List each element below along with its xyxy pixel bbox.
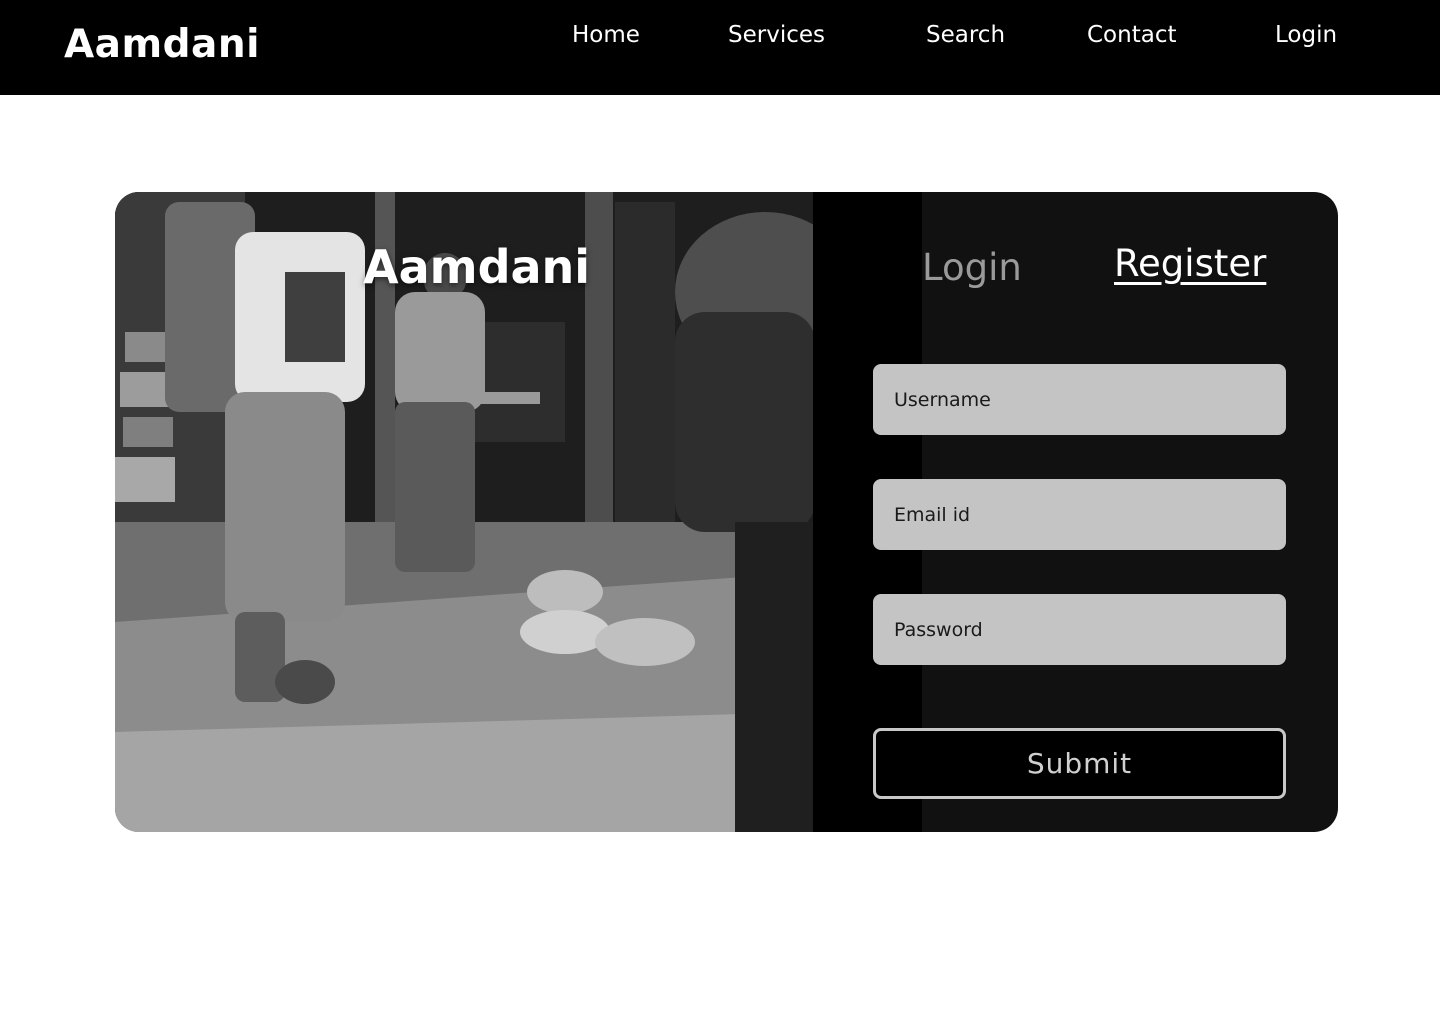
top-navbar: Aamdani Home Services Search Contact Log… bbox=[0, 0, 1440, 95]
username-field[interactable] bbox=[873, 364, 1286, 435]
nav-link-services[interactable]: Services bbox=[728, 22, 825, 48]
nav-link-home[interactable]: Home bbox=[572, 22, 640, 48]
nav-link-login[interactable]: Login bbox=[1275, 22, 1337, 48]
email-field[interactable] bbox=[873, 479, 1286, 550]
hero-photo: Aamdani bbox=[115, 192, 813, 832]
brand-logo[interactable]: Aamdani bbox=[64, 22, 260, 67]
password-field[interactable] bbox=[873, 594, 1286, 665]
auth-card: Aamdani Login Register Submit bbox=[115, 192, 1338, 832]
submit-button[interactable]: Submit bbox=[873, 728, 1286, 799]
tab-login[interactable]: Login bbox=[922, 246, 1022, 289]
nav-link-search[interactable]: Search bbox=[926, 22, 1005, 48]
tab-register[interactable]: Register bbox=[1114, 242, 1266, 285]
hero-title: Aamdani bbox=[363, 240, 591, 294]
nav-link-contact[interactable]: Contact bbox=[1087, 22, 1176, 48]
